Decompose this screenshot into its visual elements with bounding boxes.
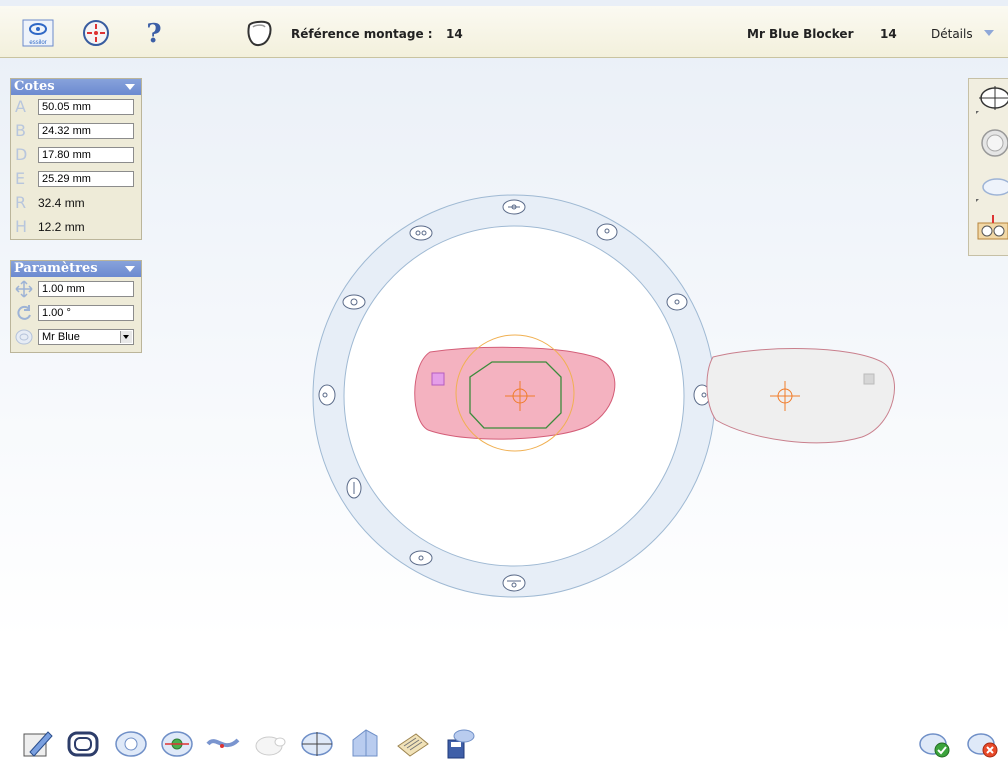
ring-marker [666, 293, 688, 311]
ring-marker [342, 294, 366, 310]
cote-letter: B [15, 121, 26, 140]
ring-marker [318, 384, 336, 406]
cotes-panel-header[interactable]: Cotes [11, 79, 141, 95]
scan-icon[interactable] [396, 726, 430, 760]
cote-row-a: A 50.05 mm [11, 95, 141, 119]
rotate-icon [17, 305, 31, 320]
frame-shape-icon[interactable] [66, 726, 100, 760]
essilor-logo-icon[interactable]: essilor [22, 18, 54, 48]
main-lens-marker [431, 372, 445, 386]
centering-icon[interactable] [160, 726, 194, 760]
lens-shape-icon[interactable] [975, 83, 1008, 115]
edit-pencil-icon[interactable] [20, 726, 54, 760]
drill-icon [255, 736, 286, 756]
bevel-icon[interactable] [348, 726, 382, 760]
parametres-panel-title: Paramètres [14, 261, 98, 276]
cote-e-input[interactable]: 25.29 mm [38, 171, 134, 187]
cote-d-input[interactable]: 17.80 mm [38, 147, 134, 163]
chevron-down-icon[interactable] [120, 331, 132, 343]
cote-row-h: H 12.2 mm [11, 215, 141, 239]
cote-row-d: D 17.80 mm [11, 143, 141, 167]
curve-icon[interactable] [206, 726, 240, 760]
model-select-value: Mr Blue [42, 331, 80, 343]
svg-text:essilor: essilor [29, 40, 46, 46]
model-select[interactable]: Mr Blue [38, 329, 134, 345]
lens-zoom-icon[interactable] [114, 726, 148, 760]
frame-icon [247, 20, 272, 47]
frame-name: Mr Blue Blocker [747, 27, 854, 41]
ring-marker [346, 477, 362, 499]
ring-marker [502, 199, 526, 215]
cote-a-input[interactable]: 50.05 mm [38, 99, 134, 115]
cote-letter: D [15, 145, 28, 164]
details-dropdown[interactable]: Détails [931, 27, 973, 41]
param-row-step: 1.00 mm [11, 277, 141, 301]
cotes-panel-title: Cotes [14, 79, 55, 94]
cote-row-b: B 24.32 mm [11, 119, 141, 143]
main-lens-shape[interactable] [414, 346, 616, 440]
step-input[interactable]: 1.00 mm [38, 281, 134, 297]
save-disk-icon[interactable] [442, 726, 476, 760]
right-toolbar [968, 78, 1008, 256]
reference-label: Référence montage : [291, 27, 433, 41]
chevron-down-icon[interactable] [984, 30, 994, 36]
chevron-down-icon[interactable] [125, 84, 135, 90]
cote-letter: E [15, 169, 26, 188]
angle-input[interactable]: 1.00 ° [38, 305, 134, 321]
cotes-panel: Cotes A 50.05 mm B 24.32 mm D 17.80 mm E… [10, 78, 142, 240]
top-toolbar: essilor ? Référence montage : 14 Mr Blue… [0, 6, 1008, 58]
ring-marker [409, 225, 433, 241]
parametres-panel-header[interactable]: Paramètres [11, 261, 141, 277]
frame-number: 14 [880, 27, 897, 41]
blocker-icon[interactable] [300, 726, 334, 760]
cote-h-value: 12.2 mm [38, 220, 85, 234]
param-row-model: Mr Blue [11, 325, 141, 349]
target-icon[interactable] [80, 18, 112, 48]
move-arrows-icon [15, 280, 33, 298]
svg-text:?: ? [146, 19, 161, 48]
ring-marker [596, 223, 618, 241]
right-lens-outline[interactable] [706, 348, 895, 444]
ring-marker [502, 574, 526, 592]
cote-row-r: R 32.4 mm [11, 191, 141, 215]
glasses-calibrate-icon[interactable] [975, 213, 1008, 245]
lens-canvas[interactable] [0, 0, 1008, 776]
param-row-angle: 1.00 ° [11, 301, 141, 325]
right-lens-marker [863, 373, 875, 385]
parametres-panel: Paramètres 1.00 mm 1.00 ° Mr Blue [10, 260, 142, 353]
cote-r-value: 32.4 mm [38, 196, 85, 210]
cancel-icon[interactable] [966, 726, 1000, 760]
cote-letter: H [15, 217, 28, 236]
lens-model-icon [15, 329, 33, 345]
lens-3d-icon[interactable] [975, 127, 1008, 159]
chevron-down-icon[interactable] [125, 266, 135, 272]
reference-value: 14 [446, 27, 463, 41]
lens-edge-icon[interactable] [975, 171, 1008, 203]
cote-b-input[interactable]: 24.32 mm [38, 123, 134, 139]
cote-letter: R [15, 193, 27, 212]
confirm-icon[interactable] [918, 726, 952, 760]
help-icon[interactable]: ? [138, 18, 170, 48]
ring-marker [409, 550, 433, 566]
cote-row-e: E 25.29 mm [11, 167, 141, 191]
cote-letter: A [15, 97, 26, 116]
